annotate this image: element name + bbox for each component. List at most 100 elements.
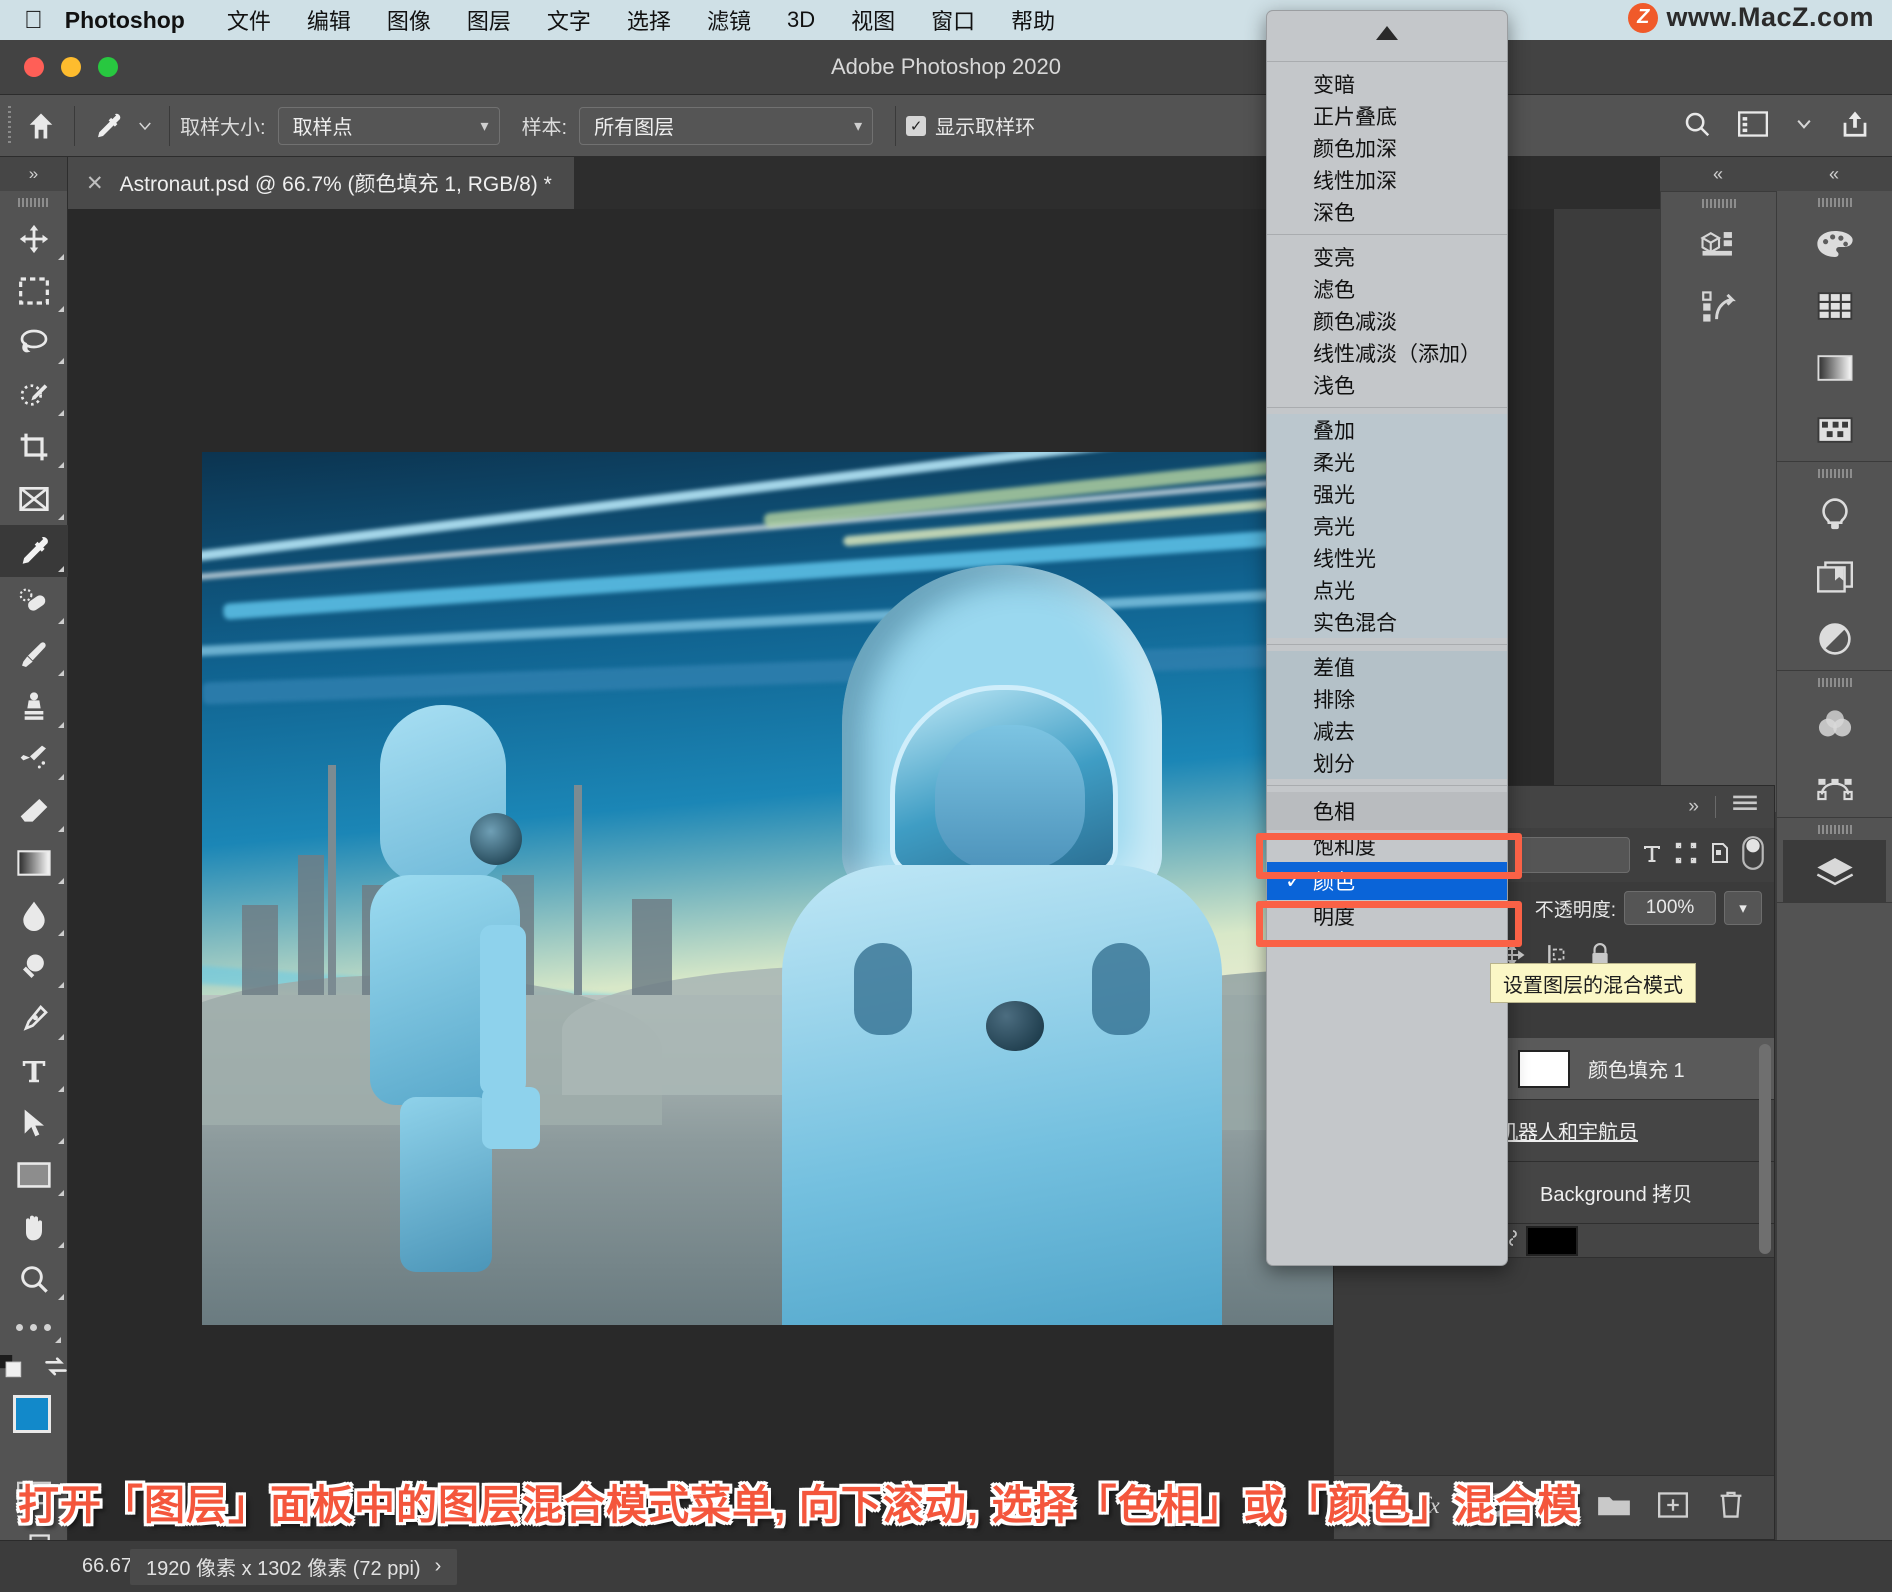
menu-item-multiply[interactable]: 正片叠底 — [1267, 100, 1507, 132]
sample-size-select[interactable]: 取样点 ▾ — [278, 107, 500, 145]
minimize-button[interactable] — [61, 57, 81, 77]
menu-item-filter[interactable]: 滤镜 — [689, 4, 769, 36]
menu-item-overlay[interactable]: 叠加 — [1267, 414, 1507, 446]
menu-item-hue[interactable]: 色相 — [1267, 792, 1507, 830]
tool-brush[interactable] — [0, 629, 68, 681]
toolbar-collapse-double-chevron-right-icon[interactable]: » — [0, 157, 67, 191]
menu-item-lighter-color[interactable]: 浅色 — [1267, 369, 1507, 401]
tool-healing-brush[interactable] — [0, 577, 68, 629]
menu-item-pin-light[interactable]: 点光 — [1267, 574, 1507, 606]
close-icon[interactable]: ✕ — [86, 171, 104, 196]
tool-eyedropper[interactable] — [0, 525, 68, 577]
properties-halfcircle-icon[interactable] — [1777, 608, 1892, 670]
menu-item-image[interactable]: 图像 — [369, 4, 449, 36]
layers-panel-expand-double-chevron-right-icon[interactable]: » — [1688, 796, 1699, 818]
menu-item-screen[interactable]: 滤色 — [1267, 273, 1507, 305]
menu-item-subtract[interactable]: 减去 — [1267, 715, 1507, 747]
zoom-button[interactable] — [98, 57, 118, 77]
menu-item-darker-color[interactable]: 深色 — [1267, 196, 1507, 228]
3d-panel-icon[interactable] — [1661, 214, 1776, 276]
tool-path-selection[interactable] — [0, 1097, 68, 1149]
tool-type[interactable] — [0, 1045, 68, 1097]
tool-frame[interactable] — [0, 473, 68, 525]
shape-bounds-icon[interactable] — [1674, 841, 1698, 870]
layers-icon[interactable] — [1783, 840, 1886, 902]
layer-mask-thumbnail[interactable] — [1518, 1050, 1570, 1088]
dock-collapse-left-double-chevron-left-icon[interactable]: « — [1660, 157, 1776, 191]
tool-rectangle[interactable] — [0, 1149, 68, 1201]
tool-blur[interactable] — [0, 889, 68, 941]
layers-panel-menu-icon[interactable] — [1732, 794, 1758, 820]
sample-select[interactable]: 所有图层 ▾ — [579, 107, 873, 145]
menu-item-help[interactable]: 帮助 — [993, 4, 1073, 36]
layer-name[interactable]: 颜色填充 1 — [1588, 1054, 1685, 1083]
menu-item-linear-burn[interactable]: 线性加深 — [1267, 164, 1507, 196]
default-colors-icon[interactable] — [0, 1355, 23, 1384]
menu-item-color-burn[interactable]: 颜色加深 — [1267, 132, 1507, 164]
menu-item-file[interactable]: 文件 — [209, 4, 289, 36]
home-icon[interactable] — [18, 103, 64, 149]
share-icon[interactable] — [1840, 109, 1870, 144]
menu-item-window[interactable]: 窗口 — [913, 4, 993, 36]
search-icon[interactable] — [1682, 109, 1712, 144]
status-document-dimensions[interactable]: 1920 像素 x 1302 像素 (72 ppi) › — [130, 1549, 457, 1585]
menu-item-view[interactable]: 视图 — [833, 4, 913, 36]
status-expand-chevron-right-icon[interactable]: › — [435, 1555, 442, 1578]
rail-grip[interactable] — [1777, 671, 1892, 693]
status-zoom-level[interactable]: 66.67% — [0, 1555, 130, 1578]
menu-item-linear-dodge-add[interactable]: 线性减淡（添加） — [1267, 337, 1507, 369]
menu-item-edit[interactable]: 编辑 — [289, 4, 369, 36]
rail-grip[interactable] — [1777, 818, 1892, 840]
menu-item-vivid-light[interactable]: 亮光 — [1267, 510, 1507, 542]
menu-item-divide[interactable]: 划分 — [1267, 747, 1507, 779]
layer-name[interactable]: 机器人和宇航员 — [1498, 1116, 1638, 1145]
opacity-chevron-down-icon[interactable]: ▾ — [1724, 891, 1762, 925]
menu-item-soft-light[interactable]: 柔光 — [1267, 446, 1507, 478]
tool-pen[interactable] — [0, 993, 68, 1045]
menu-item-exclusion[interactable]: 排除 — [1267, 683, 1507, 715]
scroll-up-triangle-up-icon[interactable] — [1267, 11, 1507, 55]
tool-hand[interactable] — [0, 1201, 68, 1253]
tool-eraser[interactable] — [0, 785, 68, 837]
actions-history-icon[interactable] — [1661, 276, 1776, 338]
tool-quick-selection[interactable] — [0, 369, 68, 421]
rail-grip[interactable] — [1661, 192, 1776, 214]
color-palette-icon[interactable] — [1777, 213, 1892, 275]
menu-item-lighten[interactable]: 变亮 — [1267, 241, 1507, 273]
more-tools-ellipsis-icon[interactable] — [0, 1305, 67, 1349]
smart-object-icon[interactable] — [1708, 841, 1732, 870]
menu-item-hard-mix[interactable]: 实色混合 — [1267, 606, 1507, 638]
foreground-color-swatch[interactable] — [13, 1395, 51, 1433]
menu-item-darken[interactable]: 变暗 — [1267, 68, 1507, 100]
layer-mask-thumbnail[interactable] — [1526, 1226, 1578, 1256]
menu-item-select[interactable]: 选择 — [609, 4, 689, 36]
toolbar-grip[interactable] — [0, 191, 67, 213]
menu-item-difference[interactable]: 差值 — [1267, 651, 1507, 683]
tool-preset-chevron-down-icon[interactable] — [131, 103, 159, 149]
layers-scrollbar[interactable] — [1759, 1044, 1771, 1254]
options-bar-grip[interactable] — [8, 106, 12, 146]
menu-item-type[interactable]: 文字 — [529, 4, 609, 36]
rail-grip[interactable] — [1777, 191, 1892, 213]
close-button[interactable] — [24, 57, 44, 77]
paths-bezier-icon[interactable] — [1777, 755, 1892, 817]
menu-item-3d[interactable]: 3D — [769, 7, 833, 33]
tool-history-brush[interactable] — [0, 733, 68, 785]
workspace-chevron-down-icon[interactable] — [1794, 114, 1814, 139]
show-sampling-ring-checkbox[interactable]: ✓ 显示取样环 — [906, 111, 1035, 140]
blend-mode-dropdown-menu[interactable]: 变暗 正片叠底 颜色加深 线性加深 深色 变亮 滤色 颜色减淡 线性减淡（添加）… — [1266, 10, 1508, 1266]
menu-item-color-dodge[interactable]: 颜色减淡 — [1267, 305, 1507, 337]
tool-crop[interactable] — [0, 421, 68, 473]
type-T-icon[interactable] — [1640, 841, 1664, 870]
lock-toggle-icon[interactable] — [1742, 836, 1764, 875]
dock-collapse-right-double-chevron-left-icon[interactable]: « — [1776, 157, 1892, 191]
link-thumbnail-mask-icon[interactable] — [1506, 1227, 1520, 1254]
gradients-icon[interactable] — [1777, 337, 1892, 399]
menu-app-name[interactable]: Photoshop — [65, 7, 209, 34]
tool-gradient[interactable] — [0, 837, 68, 889]
tool-lasso[interactable] — [0, 317, 68, 369]
menu-item-layer[interactable]: 图层 — [449, 4, 529, 36]
menu-item-hard-light[interactable]: 强光 — [1267, 478, 1507, 510]
tool-clone-stamp[interactable] — [0, 681, 68, 733]
layer-name[interactable]: Background 拷贝 — [1540, 1178, 1692, 1207]
